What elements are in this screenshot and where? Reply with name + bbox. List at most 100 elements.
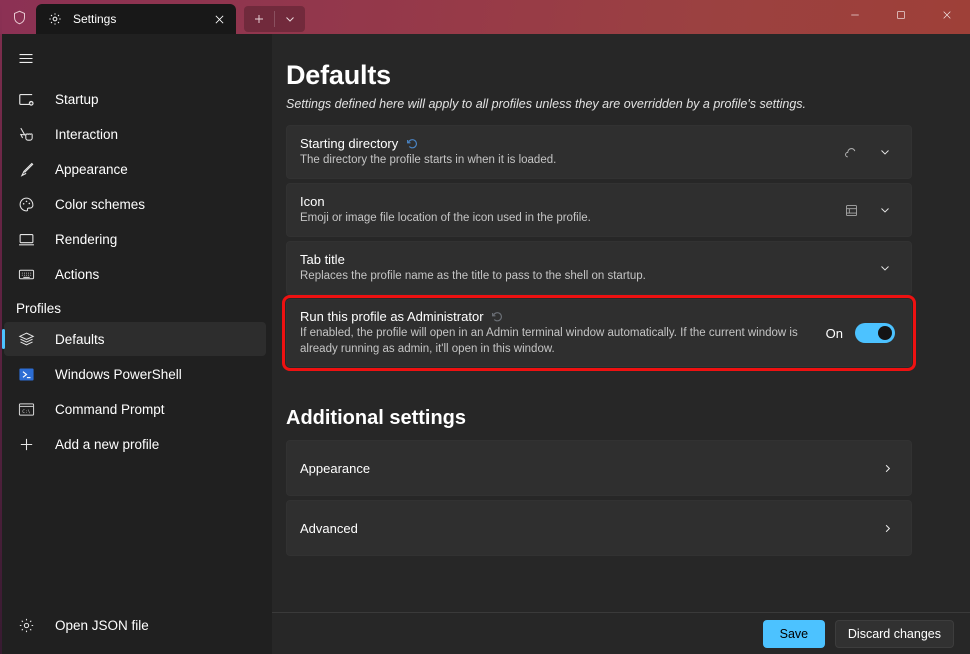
footer-bar: Save Discard changes [272,612,970,654]
setting-title-row: Run this profile as Administrator [300,309,810,324]
setting-controls [871,255,899,281]
sidebar-item-label: Appearance [55,162,128,177]
window-left-edge [0,0,2,654]
content-area: Defaults Settings defined here will appl… [272,34,970,654]
reset-arrow-icon[interactable] [491,310,505,324]
gear-icon [16,615,36,635]
tab-actions [244,6,305,32]
window-body: Startup Interaction [0,34,970,654]
toggle-state-label: On [826,326,843,341]
setting-title-row: Icon [300,194,821,209]
folder-browse-icon[interactable] [837,139,865,165]
brush-icon [16,159,36,179]
content-scroll[interactable]: Defaults Settings defined here will appl… [272,34,970,612]
tab-label: Settings [73,12,206,26]
sidebar-item-color-schemes[interactable]: Color schemes [4,187,266,221]
tab-settings[interactable]: Settings [36,4,236,34]
startup-icon [16,89,36,109]
setting-text: Starting directory The directory the pro… [300,136,837,168]
chevron-right-icon [877,523,897,534]
reset-arrow-icon[interactable] [405,136,419,150]
toggle-knob [878,326,892,340]
chevron-down-icon[interactable] [871,197,899,223]
title-bar: Settings [0,0,970,34]
admin-toggle-group: On [826,323,899,343]
palette-icon [16,194,36,214]
chevron-right-icon [877,463,897,474]
sidebar-item-interaction[interactable]: Interaction [4,117,266,151]
chevron-down-icon[interactable] [871,139,899,165]
sidebar-item-rendering[interactable]: Rendering [4,222,266,256]
settings-card-list: Starting directory The directory the pro… [286,125,922,556]
shield-icon[interactable] [4,2,34,32]
plus-icon [16,434,36,454]
layers-icon [16,329,36,349]
cursor-icon [16,124,36,144]
sidebar-item-add-new-profile[interactable]: Add a new profile [4,427,266,461]
setting-description: Emoji or image file location of the icon… [300,211,821,226]
setting-title: Icon [300,194,325,209]
open-json-file-label: Open JSON file [55,618,149,633]
sidebar-group-profiles: Profiles [0,292,272,322]
chevron-down-icon[interactable] [275,6,305,32]
sidebar-item-label: Defaults [55,332,105,347]
sidebar-item-label: Rendering [55,232,117,247]
sidebar-item-windows-powershell[interactable]: Windows PowerShell [4,357,266,391]
window-controls [832,0,970,30]
setting-card-tab-title[interactable]: Tab title Replaces the profile name as t… [286,241,912,295]
powershell-icon [16,364,36,384]
setting-card-starting-directory[interactable]: Starting directory The directory the pro… [286,125,912,179]
close-icon[interactable] [924,0,970,30]
setting-description: If enabled, the profile will open in an … [300,326,810,356]
sidebar-item-label: Add a new profile [55,437,159,452]
sidebar-item-appearance[interactable]: Appearance [4,152,266,186]
gear-icon [47,11,63,27]
setting-card-run-as-administrator[interactable]: Run this profile as Administrator If ena… [286,299,912,367]
additional-settings-advanced[interactable]: Advanced [286,500,912,556]
save-button[interactable]: Save [763,620,825,648]
sidebar-nav: Startup Interaction [0,82,272,462]
close-icon[interactable] [206,7,232,31]
setting-title-row: Tab title [300,252,855,267]
settings-window: Settings [0,0,970,654]
sidebar-item-label: Actions [55,267,99,282]
sidebar-footer: Open JSON file [0,608,272,654]
sidebar-item-actions[interactable]: Actions [4,257,266,291]
new-tab-button[interactable] [244,6,274,32]
sidebar-item-label: Command Prompt [55,402,165,417]
run-as-administrator-toggle[interactable] [855,323,895,343]
nav-card-label: Advanced [300,521,877,536]
sidebar-item-label: Color schemes [55,197,145,212]
chevron-down-icon[interactable] [871,255,899,281]
sidebar: Startup Interaction [0,34,272,654]
setting-text: Icon Emoji or image file location of the… [300,194,837,226]
setting-title: Starting directory [300,136,398,151]
keyboard-icon [16,264,36,284]
monitor-icon [16,229,36,249]
image-preview-icon [837,197,865,223]
setting-description: The directory the profile starts in when… [300,153,821,168]
sidebar-item-label: Windows PowerShell [55,367,182,382]
svg-text:C:\: C:\ [22,408,30,414]
sidebar-item-label: Interaction [55,127,118,142]
setting-title: Tab title [300,252,345,267]
setting-text: Tab title Replaces the profile name as t… [300,252,871,284]
page-header: Defaults Settings defined here will appl… [272,34,970,556]
minimize-icon[interactable] [832,0,878,30]
nav-card-label: Appearance [300,461,877,476]
open-json-file-button[interactable]: Open JSON file [4,608,266,642]
additional-settings-appearance[interactable]: Appearance [286,440,912,496]
hamburger-icon[interactable] [4,38,48,78]
maximize-icon[interactable] [878,0,924,30]
setting-title-row: Starting directory [300,136,821,151]
page-subtitle: Settings defined here will apply to all … [286,97,922,111]
sidebar-item-defaults[interactable]: Defaults [4,322,266,356]
sidebar-item-startup[interactable]: Startup [4,82,266,116]
discard-changes-button[interactable]: Discard changes [835,620,954,648]
setting-text: Run this profile as Administrator If ena… [300,309,826,356]
page-title: Defaults [286,60,922,91]
cmd-icon: C:\ [16,399,36,419]
setting-card-icon[interactable]: Icon Emoji or image file location of the… [286,183,912,237]
setting-controls [837,139,899,165]
sidebar-item-command-prompt[interactable]: C:\ Command Prompt [4,392,266,426]
